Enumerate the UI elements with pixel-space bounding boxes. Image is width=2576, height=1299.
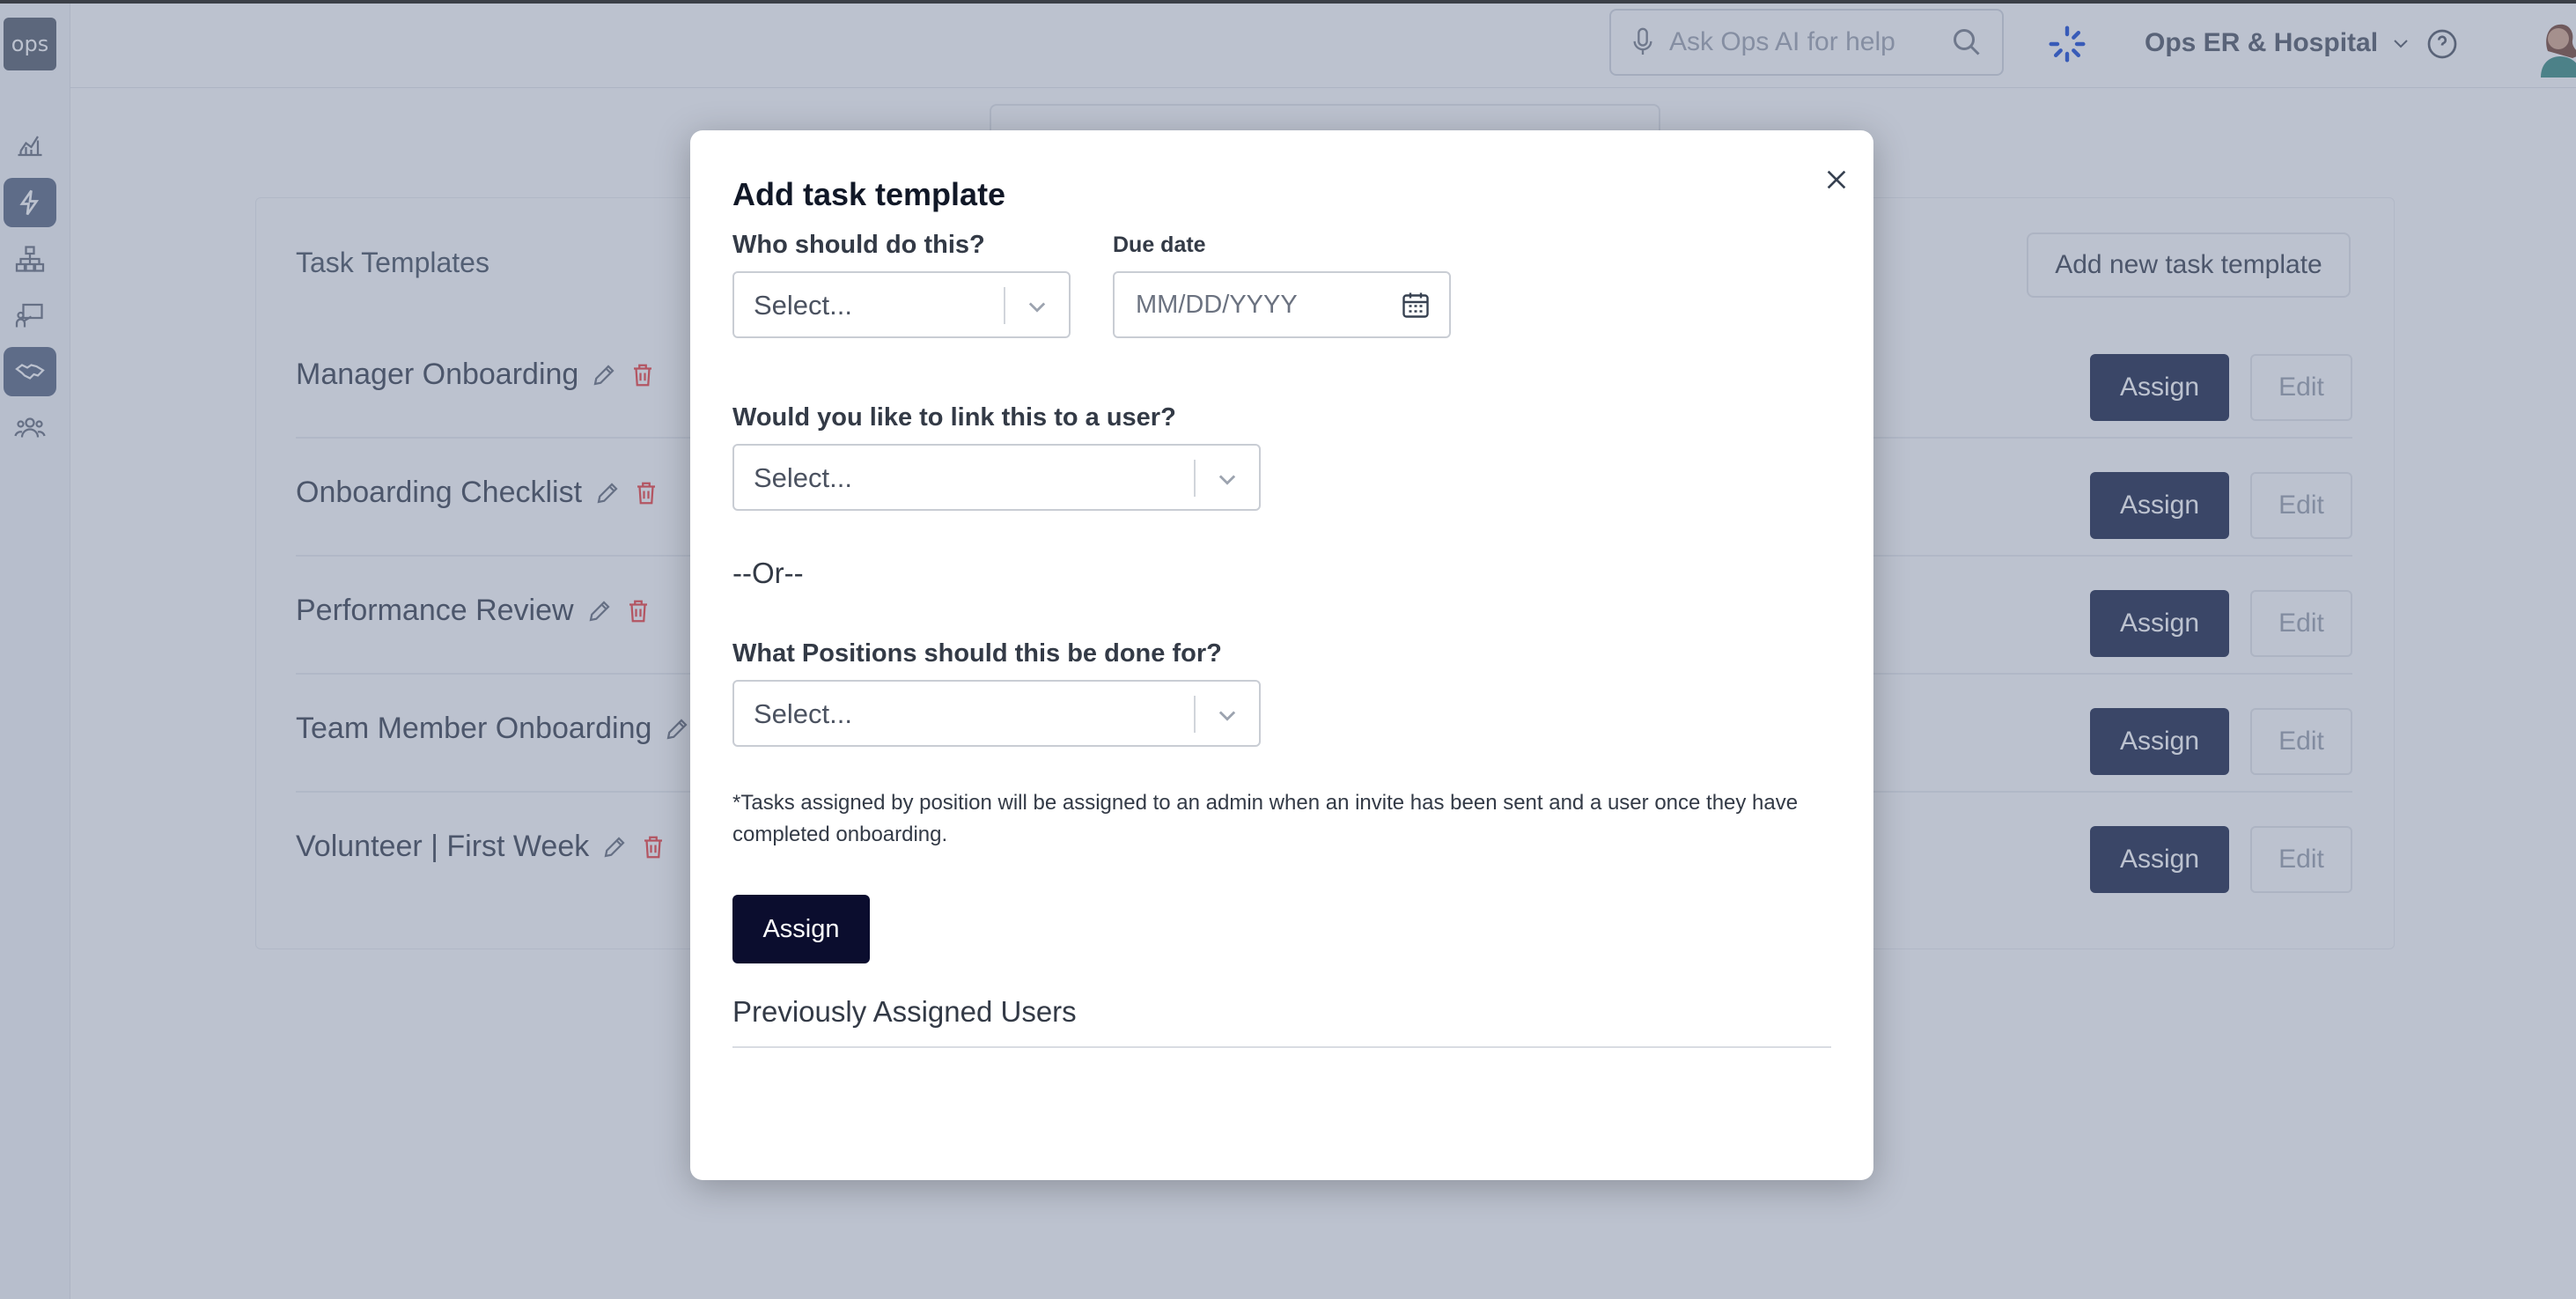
chevron-down-icon[interactable] [1215,703,1240,727]
who-label: Who should do this? [732,231,985,259]
link-user-select[interactable]: Select... [732,444,1261,511]
positions-select[interactable]: Select... [732,680,1261,747]
select-separator [1004,287,1005,324]
due-date-input[interactable]: MM/DD/YYYY [1113,271,1451,338]
modal-title: Add task template [732,176,1006,212]
previously-assigned-heading: Previously Assigned Users [732,995,1077,1028]
due-date-label: Due date [1113,232,1206,257]
or-divider-text: --Or-- [732,557,804,589]
assign-button[interactable]: Assign [732,895,870,963]
due-date-placeholder: MM/DD/YYYY [1136,291,1298,319]
add-task-template-modal: Add task template Who should do this? Se… [690,130,1873,1180]
who-select[interactable]: Select... [732,271,1071,338]
chevron-down-icon[interactable] [1215,467,1240,491]
positions-label: What Positions should this be done for? [732,639,1222,668]
assignment-note: *Tasks assigned by position will be assi… [732,791,1799,846]
select-separator [1194,460,1196,497]
select-separator [1194,696,1196,733]
close-icon[interactable] [1822,166,1851,194]
chevron-down-icon[interactable] [1025,294,1049,319]
calendar-icon[interactable] [1400,289,1432,321]
link-user-label: Would you like to link this to a user? [732,403,1176,432]
who-select-value: Select... [754,290,852,321]
positions-select-value: Select... [754,698,852,729]
window-top-edge [0,0,2576,4]
divider [732,1046,1831,1048]
link-user-select-value: Select... [754,462,852,493]
